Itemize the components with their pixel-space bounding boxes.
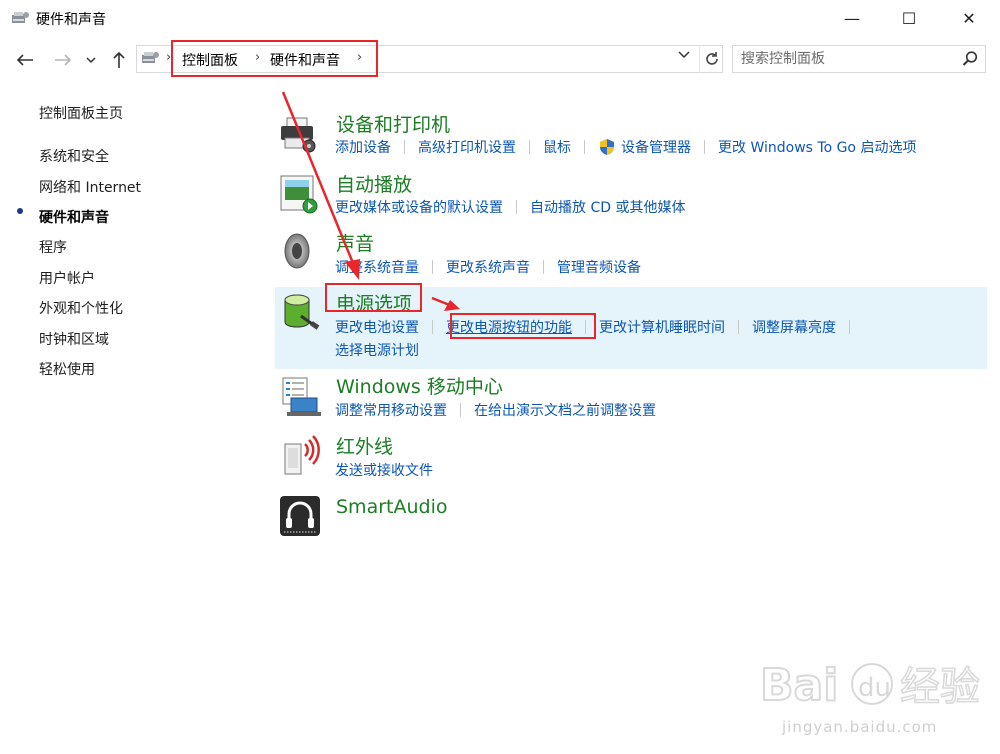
link-separator [460, 403, 461, 417]
link-separator [516, 200, 517, 214]
link-adjust-mobility-settings[interactable]: 调整常用移动设置 [335, 400, 447, 420]
category-links-infrared: 发送或接收文件 [335, 460, 433, 480]
svg-text:经验: 经验 [900, 664, 980, 710]
annotation-box-breadcrumb [171, 40, 378, 77]
link-separator [543, 260, 544, 274]
maximize-button[interactable]: ☐ [886, 0, 932, 36]
chevron-down-icon [86, 57, 96, 64]
link-add-device[interactable]: 添加设备 [335, 137, 391, 157]
up-button[interactable] [106, 46, 132, 74]
link-separator [404, 140, 405, 154]
category-links-devices-printers: 添加设备 高级打印机设置 鼠标 设备管理器 更改 Windows To Go 启… [335, 137, 916, 157]
refresh-icon [706, 52, 718, 65]
link-advanced-printer-setup[interactable]: 高级打印机设置 [418, 137, 516, 157]
forward-arrow-icon [55, 54, 72, 66]
link-change-system-sounds[interactable]: 更改系统声音 [446, 257, 530, 277]
link-separator [849, 320, 850, 334]
link-windows-to-go[interactable]: 更改 Windows To Go 启动选项 [718, 137, 916, 157]
battery-icon[interactable] [277, 290, 323, 334]
link-manage-audio-devices[interactable]: 管理音频设备 [557, 257, 641, 277]
link-choose-power-plan[interactable]: 选择电源计划 [335, 340, 419, 360]
sidebar-item-hardware-sound[interactable]: 硬件和声音 [39, 207, 109, 227]
sidebar-item-network[interactable]: 网络和 Internet [39, 177, 141, 197]
link-send-receive-files[interactable]: 发送或接收文件 [335, 460, 433, 480]
uac-shield-icon [600, 139, 614, 155]
category-title-mobility-center[interactable]: Windows 移动中心 [336, 372, 503, 399]
link-adjust-brightness[interactable]: 调整屏幕亮度 [752, 317, 836, 337]
search-input[interactable] [741, 50, 951, 68]
link-separator [529, 140, 530, 154]
close-button[interactable]: ✕ [946, 0, 992, 36]
link-device-manager[interactable]: 设备管理器 [621, 137, 691, 157]
link-change-media-defaults[interactable]: 更改媒体或设备的默认设置 [335, 197, 503, 217]
mobility-center-icon[interactable] [277, 374, 323, 418]
category-title-autoplay[interactable]: 自动播放 [336, 170, 412, 197]
printer-icon[interactable] [277, 112, 323, 156]
link-separator [738, 320, 739, 334]
infrared-icon[interactable] [277, 434, 323, 478]
annotation-box-power-options [325, 283, 422, 312]
back-button[interactable] [12, 46, 38, 74]
control-panel-icon [142, 52, 159, 63]
sidebar-item-programs[interactable]: 程序 [39, 237, 67, 257]
baidu-jingyan-watermark-logo: Bai du 经验 [760, 659, 981, 712]
link-change-sleep-time[interactable]: 更改计算机睡眠时间 [599, 317, 725, 337]
smartaudio-icon[interactable] [277, 494, 323, 538]
category-title-smartaudio[interactable]: SmartAudio [336, 496, 447, 518]
search-box[interactable] [732, 45, 986, 73]
autoplay-icon[interactable] [277, 172, 323, 216]
svg-text:Bai: Bai [760, 660, 838, 711]
link-presentation-settings[interactable]: 在给出演示文档之前调整设置 [474, 400, 656, 420]
sidebar-item-user-accounts[interactable]: 用户帐户 [39, 268, 95, 288]
sidebar-item-appearance[interactable]: 外观和个性化 [39, 298, 123, 318]
address-history-dropdown[interactable] [678, 48, 690, 62]
up-arrow-icon [113, 51, 125, 68]
window-title: 硬件和声音 [36, 12, 106, 28]
chevron-down-icon [678, 51, 690, 59]
annotation-box-power-button [450, 313, 596, 339]
link-separator [704, 140, 705, 154]
link-separator [432, 260, 433, 274]
sidebar-home-link[interactable]: 控制面板主页 [39, 103, 123, 123]
category-title-infrared[interactable]: 红外线 [336, 432, 393, 459]
control-panel-icon [12, 12, 29, 23]
sidebar-item-ease-of-access[interactable]: 轻松使用 [39, 359, 95, 379]
link-adjust-volume[interactable]: 调整系统音量 [335, 257, 419, 277]
link-autoplay-cd[interactable]: 自动播放 CD 或其他媒体 [530, 197, 685, 217]
link-mouse[interactable]: 鼠标 [543, 137, 571, 157]
watermark-url: jingyan.baidu.com [782, 718, 938, 736]
category-links-power-options-row2: 选择电源计划 [335, 340, 419, 360]
recent-locations-button[interactable] [81, 46, 101, 74]
category-links-mobility-center: 调整常用移动设置 在给出演示文档之前调整设置 [335, 400, 656, 420]
category-title-sound[interactable]: 声音 [336, 229, 374, 256]
category-links-power-options: 更改电池设置 更改电源按钮的功能 更改计算机睡眠时间 调整屏幕亮度 [335, 317, 863, 337]
back-arrow-icon [16, 54, 33, 66]
link-separator [432, 320, 433, 334]
category-links-sound: 调整系统音量 更改系统声音 管理音频设备 [335, 257, 641, 277]
link-separator [584, 140, 585, 154]
sidebar-item-system-security[interactable]: 系统和安全 [39, 146, 109, 166]
category-links-autoplay: 更改媒体或设备的默认设置 自动播放 CD 或其他媒体 [335, 197, 685, 217]
search-icon[interactable] [961, 50, 979, 68]
forward-button[interactable] [50, 46, 76, 74]
svg-text:du: du [858, 673, 891, 703]
minimize-button[interactable]: — [829, 0, 875, 36]
sidebar-item-clock-region[interactable]: 时钟和区域 [39, 329, 109, 349]
category-title-devices-printers[interactable]: 设备和打印机 [336, 110, 450, 137]
active-item-bullet [17, 208, 23, 214]
link-change-battery-settings[interactable]: 更改电池设置 [335, 317, 419, 337]
refresh-button[interactable] [699, 45, 724, 73]
speaker-icon[interactable] [277, 231, 323, 275]
